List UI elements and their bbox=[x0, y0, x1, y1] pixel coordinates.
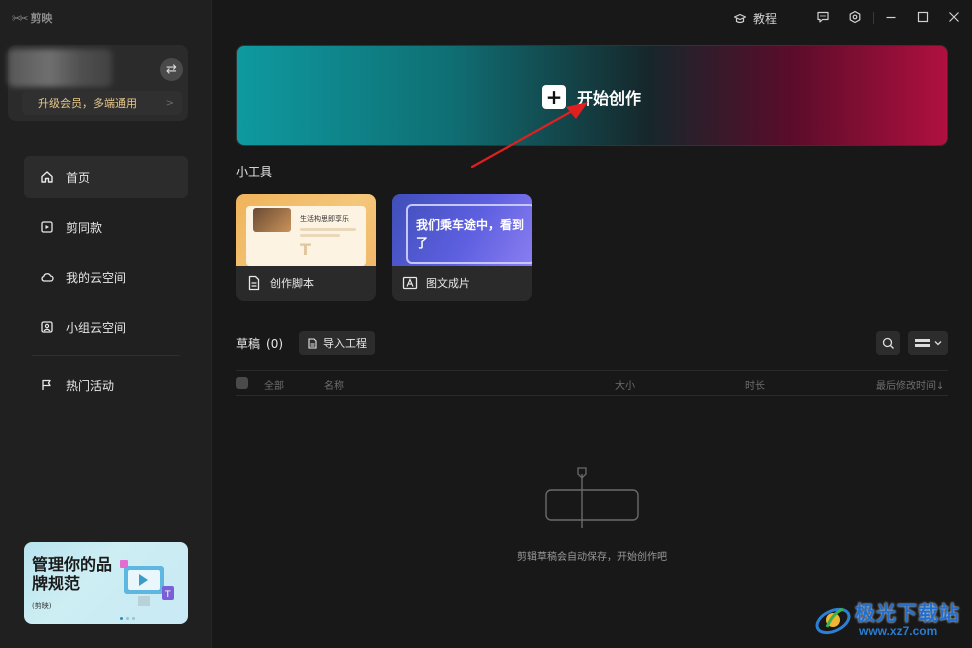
minimize-icon bbox=[886, 16, 896, 19]
image-text-thumbnail: 我们乘车途中，看到了 bbox=[392, 194, 532, 266]
document-icon bbox=[248, 275, 260, 291]
watermark-logo-icon bbox=[815, 607, 851, 635]
carousel-dots[interactable] bbox=[120, 617, 135, 620]
svg-text:T: T bbox=[164, 590, 171, 600]
cloud-icon bbox=[41, 273, 54, 282]
nav-divider bbox=[32, 355, 180, 356]
sidebar-item-my-cloud[interactable]: 我的云空间 bbox=[24, 256, 188, 298]
column-name[interactable]: 名称 bbox=[324, 377, 344, 392]
column-size[interactable]: 大小 bbox=[615, 377, 635, 392]
start-creation-label: 开始创作 bbox=[577, 89, 642, 108]
close-icon bbox=[949, 12, 959, 22]
tool-card-footer: 创作脚本 bbox=[246, 275, 314, 291]
sidebar-item-label: 我的云空间 bbox=[66, 270, 127, 285]
image-text-thumb-text: 我们乘车途中，看到了 bbox=[416, 218, 525, 250]
promo-illustration-icon: T bbox=[120, 560, 174, 606]
carousel-dot[interactable] bbox=[120, 617, 123, 620]
text-line bbox=[300, 228, 356, 231]
upgrade-membership-button[interactable]: 升级会员，多端通用 > bbox=[22, 91, 182, 115]
select-all-checkbox[interactable] bbox=[236, 377, 248, 389]
feedback-icon bbox=[817, 11, 829, 23]
start-creation-content: + 开始创作 bbox=[542, 85, 641, 109]
column-modified[interactable]: 最后修改时间↓ bbox=[876, 377, 944, 392]
promo-banner[interactable]: 管理你的品牌规范 (剪映) T bbox=[24, 542, 188, 624]
template-icon bbox=[41, 221, 53, 233]
plus-icon: + bbox=[542, 85, 566, 109]
maximize-icon bbox=[917, 11, 929, 23]
drafts-title: 草稿 (0) bbox=[236, 335, 283, 352]
sidebar-item-label: 热门活动 bbox=[66, 378, 115, 393]
feedback-button[interactable] bbox=[816, 10, 830, 24]
gear-icon bbox=[849, 10, 861, 24]
group-cloud-icon bbox=[41, 321, 53, 333]
capcut-logo-icon: ✂✂ bbox=[12, 11, 29, 25]
drafts-header: 草稿 (0) 导入工程 bbox=[236, 331, 948, 355]
photo-thumbnail bbox=[253, 208, 291, 232]
graduation-cap-icon bbox=[733, 13, 747, 23]
minimize-button[interactable] bbox=[884, 10, 898, 24]
tool-card-image-text[interactable]: 我们乘车途中，看到了 图文成片 bbox=[392, 194, 532, 301]
title-bar-divider bbox=[873, 12, 874, 24]
switch-account-icon[interactable]: ⇄ bbox=[160, 58, 183, 81]
drafts-title-label: 草稿 bbox=[236, 337, 261, 351]
carousel-dot[interactable] bbox=[132, 617, 135, 620]
import-file-icon bbox=[308, 337, 317, 349]
watermark-url: www.xz7.com bbox=[859, 624, 938, 638]
drafts-count: (0) bbox=[266, 337, 284, 351]
empty-drafts-message: 剪辑草稿会自动保存，开始创作吧 bbox=[517, 552, 667, 563]
sidebar-item-label: 剪同款 bbox=[66, 220, 103, 235]
tool-card-script[interactable]: 生活构思即享乐 T 创作脚本 bbox=[236, 194, 376, 301]
app-title: 剪映 bbox=[30, 12, 53, 25]
drafts-table-header: 全部 名称 大小 时长 最后修改时间↓ bbox=[236, 370, 948, 396]
view-mode-button[interactable] bbox=[908, 331, 948, 355]
column-all: 全部 bbox=[264, 381, 284, 392]
tool-label: 创作脚本 bbox=[270, 277, 314, 290]
carousel-dot[interactable] bbox=[126, 617, 129, 620]
upgrade-label: 升级会员，多端通用 bbox=[38, 97, 137, 110]
sidebar-item-group-cloud[interactable]: 小组云空间 bbox=[24, 306, 188, 348]
sidebar-item-templates[interactable]: 剪同款 bbox=[24, 206, 188, 248]
title-bar: 教程 bbox=[212, 0, 972, 36]
watermark-title: 极光下载站 bbox=[855, 601, 960, 625]
flag-icon bbox=[42, 379, 51, 390]
text-line bbox=[300, 234, 340, 237]
tools-section-title: 小工具 bbox=[236, 165, 273, 179]
text-t-icon: T bbox=[300, 240, 311, 259]
script-thumbnail: 生活构思即享乐 T bbox=[236, 194, 376, 266]
import-project-button[interactable]: 导入工程 bbox=[299, 331, 375, 355]
promo-subtitle: (剪映) bbox=[32, 602, 52, 610]
script-thumb-text: 生活构思即享乐 bbox=[300, 215, 349, 223]
tutorial-button[interactable]: 教程 bbox=[733, 10, 777, 27]
search-icon bbox=[882, 337, 894, 349]
list-view-icon bbox=[915, 339, 942, 347]
close-button[interactable] bbox=[947, 10, 961, 24]
maximize-button[interactable] bbox=[916, 10, 930, 24]
search-button[interactable] bbox=[876, 331, 900, 355]
chevron-right-icon: > bbox=[165, 97, 174, 109]
empty-drafts-icon bbox=[545, 467, 639, 528]
sidebar-item-label: 首页 bbox=[66, 170, 91, 185]
settings-button[interactable] bbox=[848, 10, 862, 24]
app-logo: ✂✂ 剪映 bbox=[12, 10, 52, 26]
tool-label: 图文成片 bbox=[426, 277, 470, 290]
watermark: 极光下载站 www.xz7.com bbox=[813, 597, 963, 641]
image-text-icon bbox=[402, 276, 418, 290]
sidebar-item-hot-events[interactable]: 热门活动 bbox=[24, 364, 188, 406]
avatar bbox=[8, 49, 112, 87]
tool-card-footer: 图文成片 bbox=[402, 275, 470, 291]
tutorial-label: 教程 bbox=[753, 12, 778, 26]
promo-title: 管理你的品牌规范 bbox=[32, 555, 113, 593]
home-icon bbox=[41, 171, 53, 183]
sidebar-item-label: 小组云空间 bbox=[66, 320, 127, 335]
column-duration[interactable]: 时长 bbox=[745, 377, 765, 392]
sidebar: ✂✂ 剪映 ⇄ 升级会员，多端通用 > 首页 剪同款 我的云空间 小组云空间 热… bbox=[0, 0, 212, 648]
start-creation-button[interactable]: + 开始创作 bbox=[236, 45, 948, 146]
sidebar-item-home[interactable]: 首页 bbox=[24, 156, 188, 198]
import-project-label: 导入工程 bbox=[323, 337, 367, 350]
